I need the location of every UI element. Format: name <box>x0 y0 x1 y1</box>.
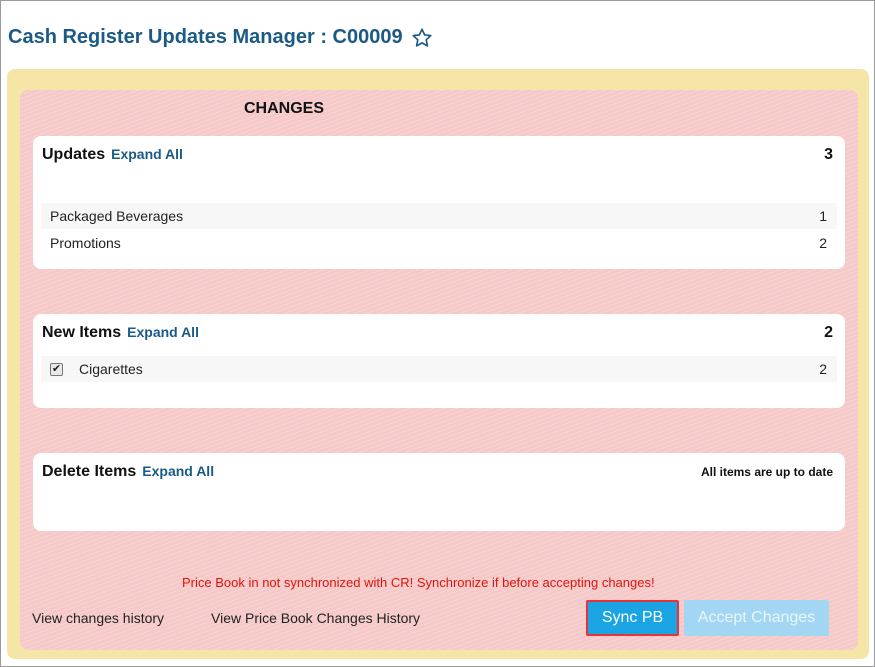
star-outline-icon[interactable] <box>411 27 433 49</box>
new-items-title: New Items <box>42 324 122 341</box>
list-item[interactable]: ✔ Cigarettes 2 <box>41 356 837 382</box>
page-title: Cash Register Updates Manager : C00009 <box>8 26 433 49</box>
delete-items-status: All items are up to date <box>700 465 833 479</box>
updates-card: Updates Expand All 3 Packaged Beverages … <box>33 136 845 269</box>
new-items-header: New Items Expand All 2 <box>42 324 833 342</box>
new-items-card: New Items Expand All 2 ✔ Cigarettes 2 <box>33 314 845 408</box>
updates-count: 3 <box>824 146 833 163</box>
updates-title: Updates <box>42 146 106 163</box>
list-item-label: Promotions <box>50 235 121 251</box>
delete-items-title: Delete Items <box>42 463 137 480</box>
sync-pb-button[interactable]: Sync PB <box>586 600 679 636</box>
list-item-count: 2 <box>819 235 827 251</box>
view-price-book-history-link[interactable]: View Price Book Changes History <box>211 610 420 626</box>
sync-warning-message: Price Book in not synchronized with CR! … <box>182 575 655 590</box>
updates-header: Updates Expand All 3 <box>42 146 833 164</box>
list-item-label: Packaged Beverages <box>50 208 184 224</box>
list-item-count: 1 <box>819 208 827 224</box>
new-items-count: 2 <box>824 324 833 341</box>
delete-items-header: Delete Items Expand All All items are up… <box>42 463 833 481</box>
list-item-count: 2 <box>819 361 827 377</box>
list-item[interactable]: Packaged Beverages 1 <box>41 203 837 229</box>
updates-expand-all-link[interactable]: Expand All <box>111 146 183 162</box>
new-items-expand-all-link[interactable]: Expand All <box>127 324 199 340</box>
list-item-label: Cigarettes <box>79 361 143 377</box>
cigarettes-checkbox[interactable]: ✔ <box>50 362 63 376</box>
list-item[interactable]: Promotions 2 <box>41 230 837 256</box>
delete-items-card: Delete Items Expand All All items are up… <box>33 453 845 531</box>
page-title-text: Cash Register Updates Manager : C00009 <box>8 26 403 48</box>
view-changes-history-link[interactable]: View changes history <box>32 610 164 626</box>
changes-heading: CHANGES <box>244 100 325 117</box>
accept-changes-button[interactable]: Accept Changes <box>684 600 829 636</box>
delete-items-expand-all-link[interactable]: Expand All <box>142 463 214 479</box>
